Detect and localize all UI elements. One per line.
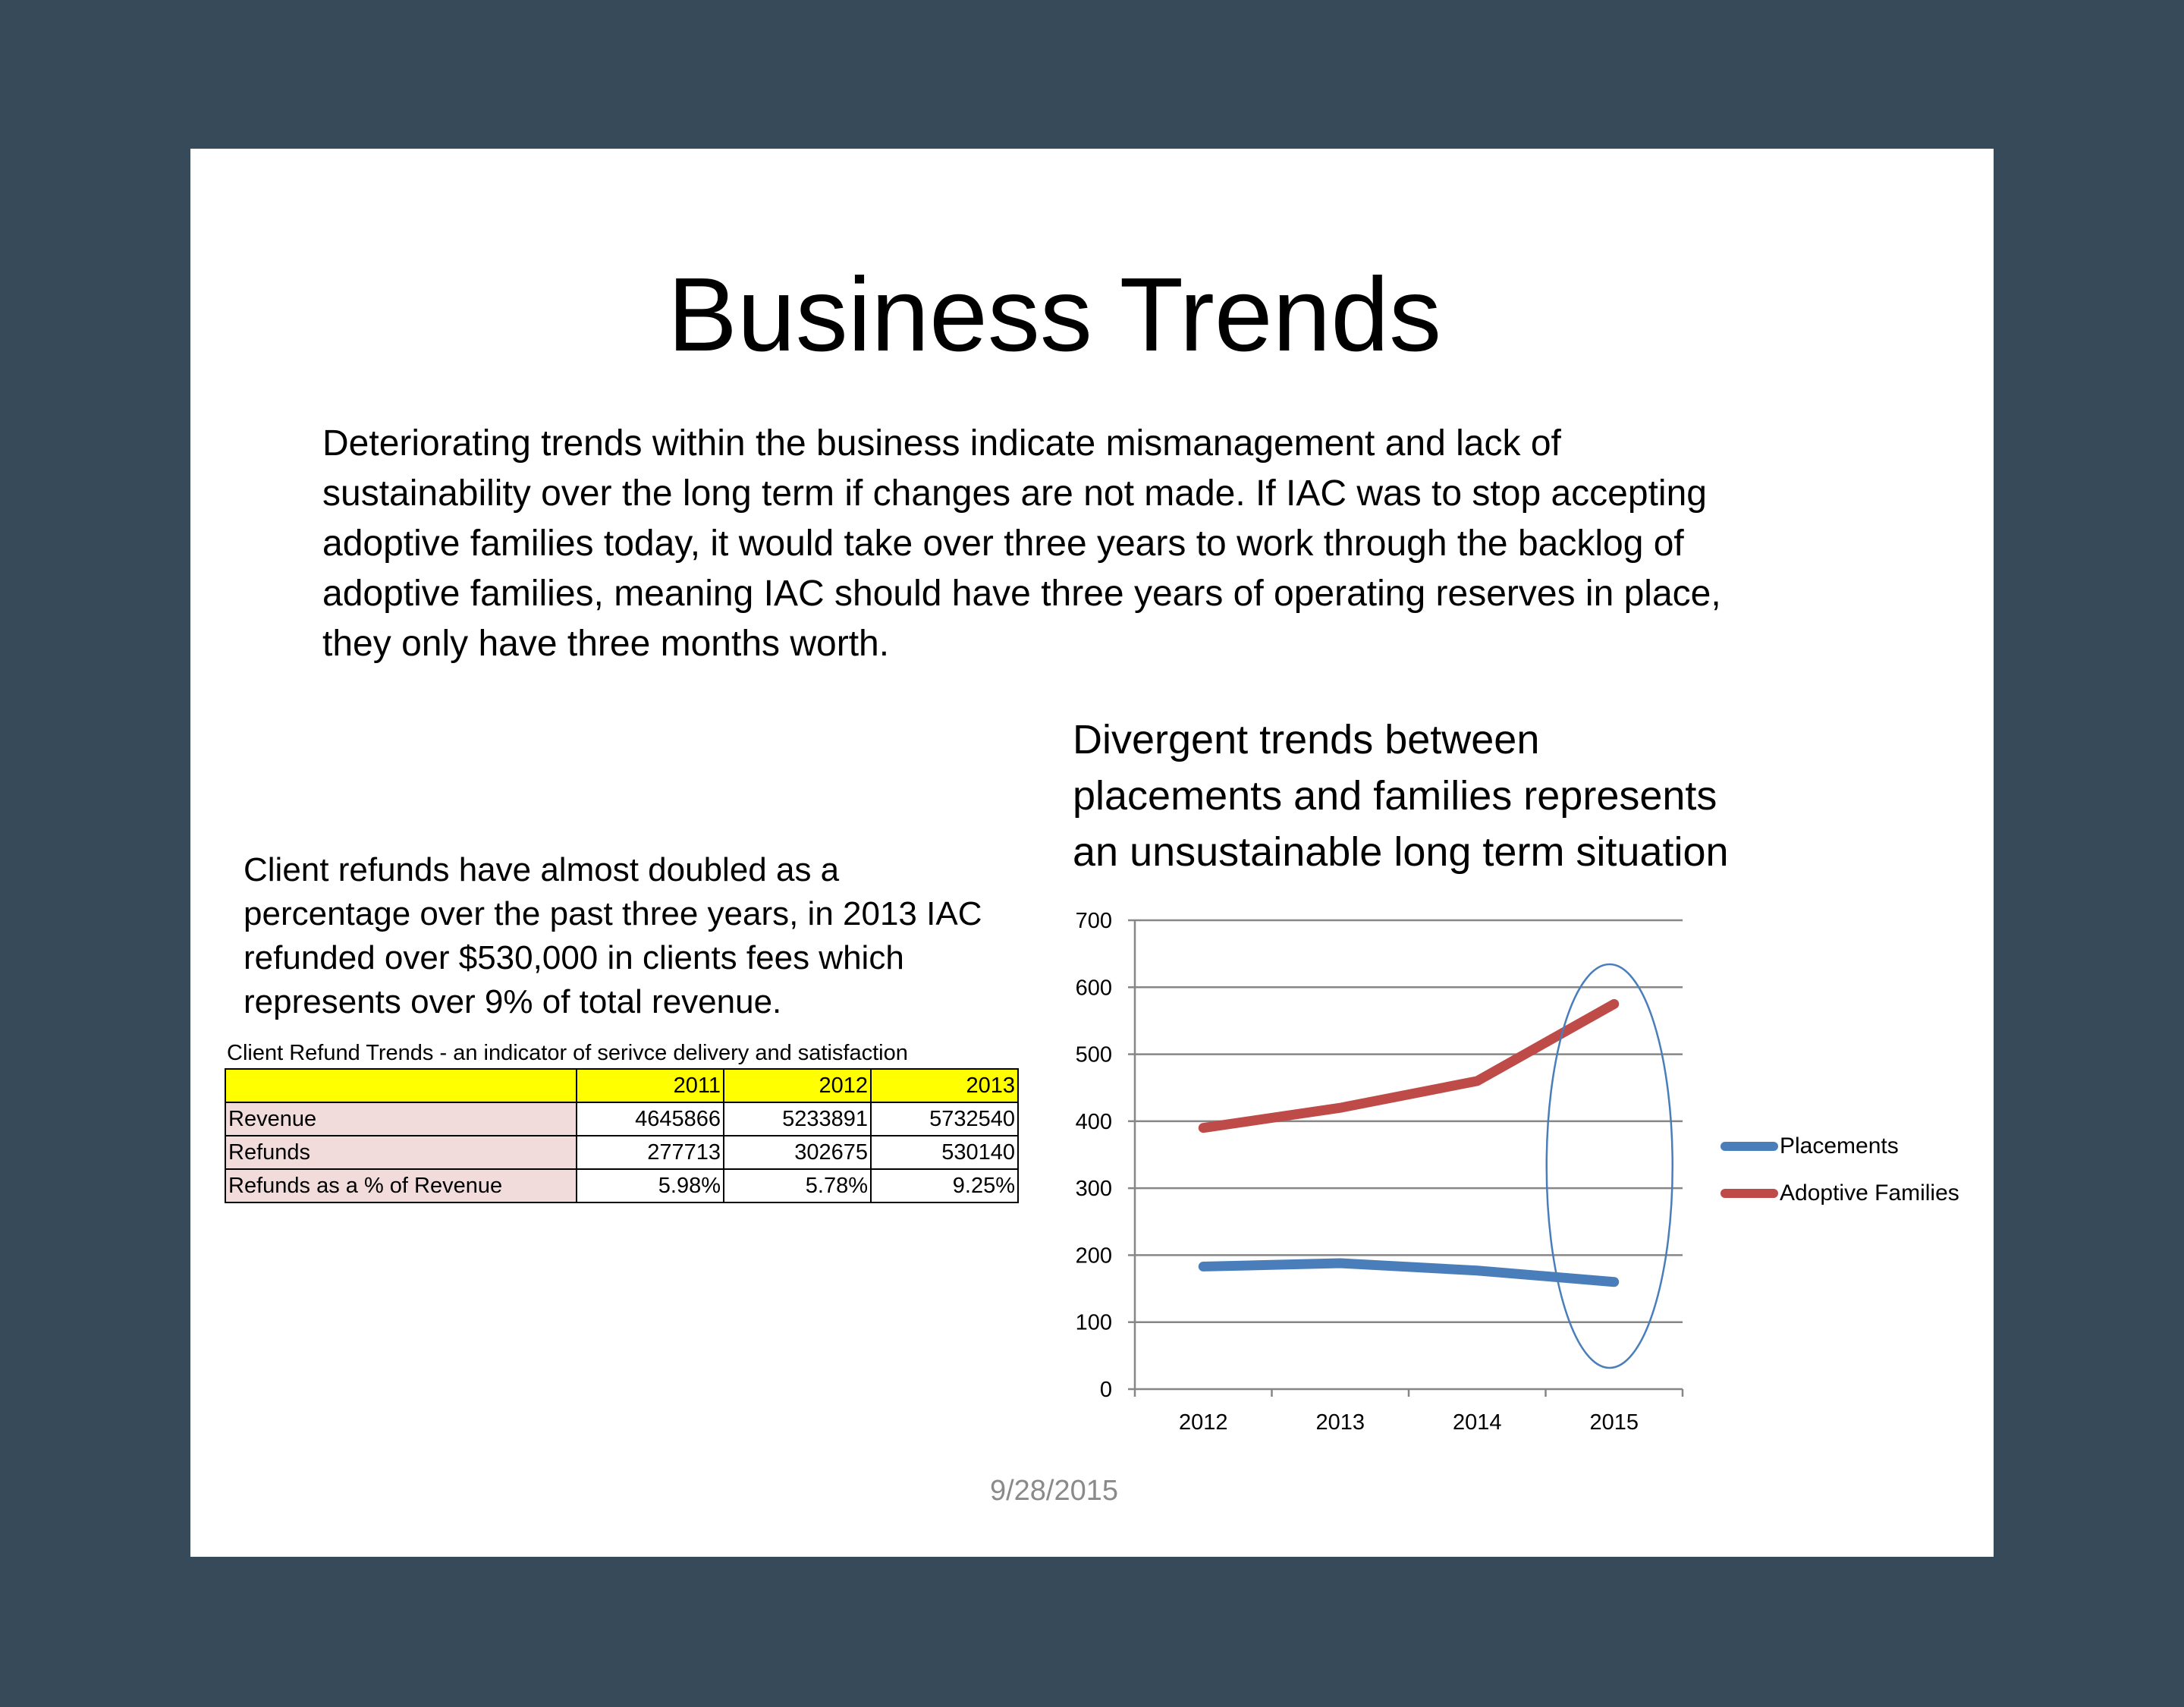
line-chart: 0 100 200 300 400 500 600 700 2012 2013 2014 2015 bbox=[1076, 909, 1684, 1435]
x-tick-label: 2014 bbox=[1453, 1410, 1502, 1435]
slide-date: 9/28/2015 bbox=[989, 1475, 1119, 1507]
series-line-adoptive-families bbox=[1198, 998, 1620, 1133]
legend-label: Placements bbox=[1780, 1133, 1899, 1158]
y-tick-label: 600 bbox=[1076, 976, 1112, 1000]
y-tick-label: 100 bbox=[1076, 1311, 1112, 1335]
x-tick-label: 2013 bbox=[1315, 1410, 1365, 1435]
legend-item-placements: Placements bbox=[1720, 1133, 1899, 1159]
y-tick-label: 700 bbox=[1076, 909, 1112, 933]
x-tick-label: 2012 bbox=[1179, 1410, 1228, 1435]
annotation-ellipse bbox=[1545, 963, 1673, 1369]
y-tick-label: 300 bbox=[1076, 1177, 1112, 1201]
y-tick-label: 400 bbox=[1076, 1110, 1112, 1134]
legend-swatch bbox=[1720, 1189, 1778, 1198]
y-tick-label: 500 bbox=[1076, 1043, 1112, 1067]
x-tick-label: 2015 bbox=[1589, 1410, 1639, 1435]
legend-swatch bbox=[1720, 1142, 1778, 1151]
legend-item-adoptive-families: Adoptive Families bbox=[1720, 1180, 1959, 1206]
series-line-placements bbox=[1198, 1258, 1620, 1287]
y-tick-label: 0 bbox=[1100, 1378, 1112, 1402]
legend-label: Adoptive Families bbox=[1780, 1180, 1959, 1206]
y-tick-label: 200 bbox=[1076, 1243, 1112, 1268]
